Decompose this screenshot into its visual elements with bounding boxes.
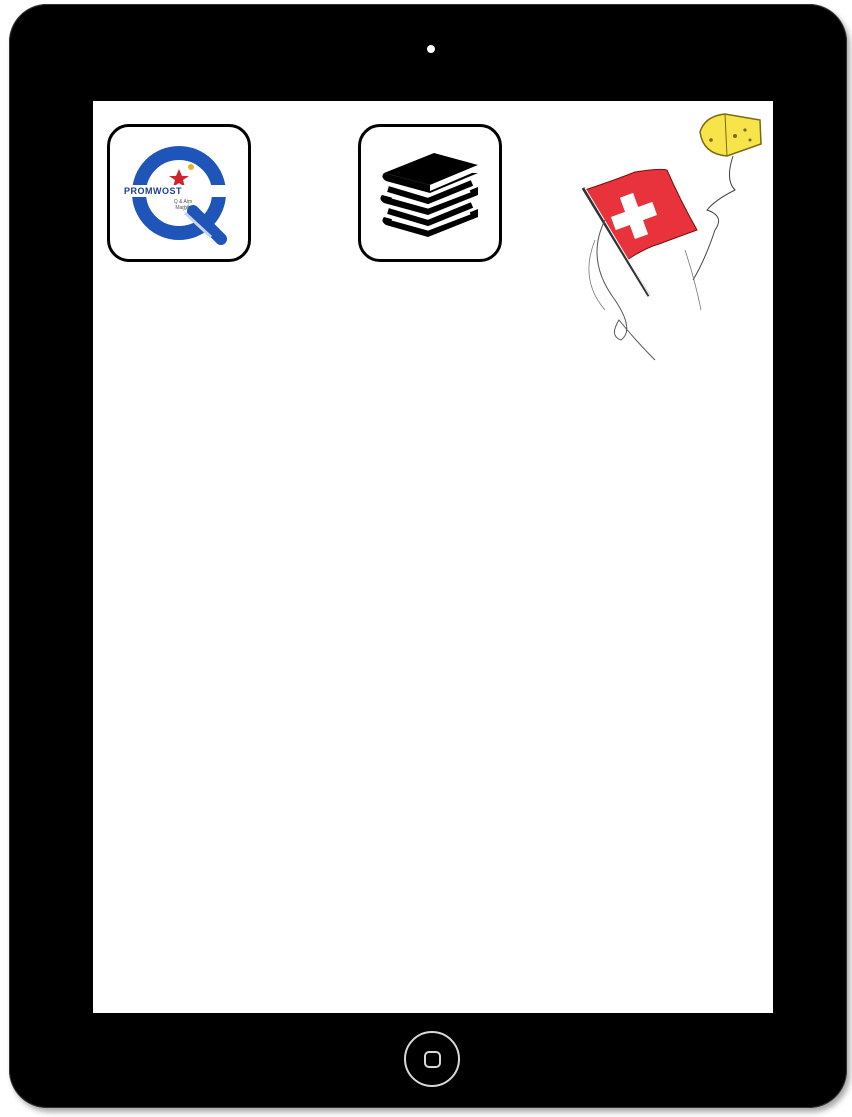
- home-button[interactable]: [404, 1031, 460, 1087]
- app-tile-q[interactable]: PROMWOST Q & Aim Margin: [107, 124, 251, 262]
- q-brand-text: PROMWOST: [124, 186, 182, 196]
- swiss-decoration: [581, 113, 762, 361]
- q-brand-band: PROMWOST: [124, 185, 234, 197]
- cheese-icon: [699, 113, 762, 157]
- app-tile-books[interactable]: [358, 124, 502, 262]
- camera-dot: [427, 45, 435, 53]
- books-stack-icon: [380, 153, 478, 237]
- q-logo-icon: PROMWOST Q & Aim Margin: [124, 141, 234, 245]
- q-subtitle-line2: Margin: [175, 205, 191, 211]
- home-square-icon: [423, 1050, 441, 1068]
- q-subtitle: Q & Aim Margin: [153, 199, 213, 211]
